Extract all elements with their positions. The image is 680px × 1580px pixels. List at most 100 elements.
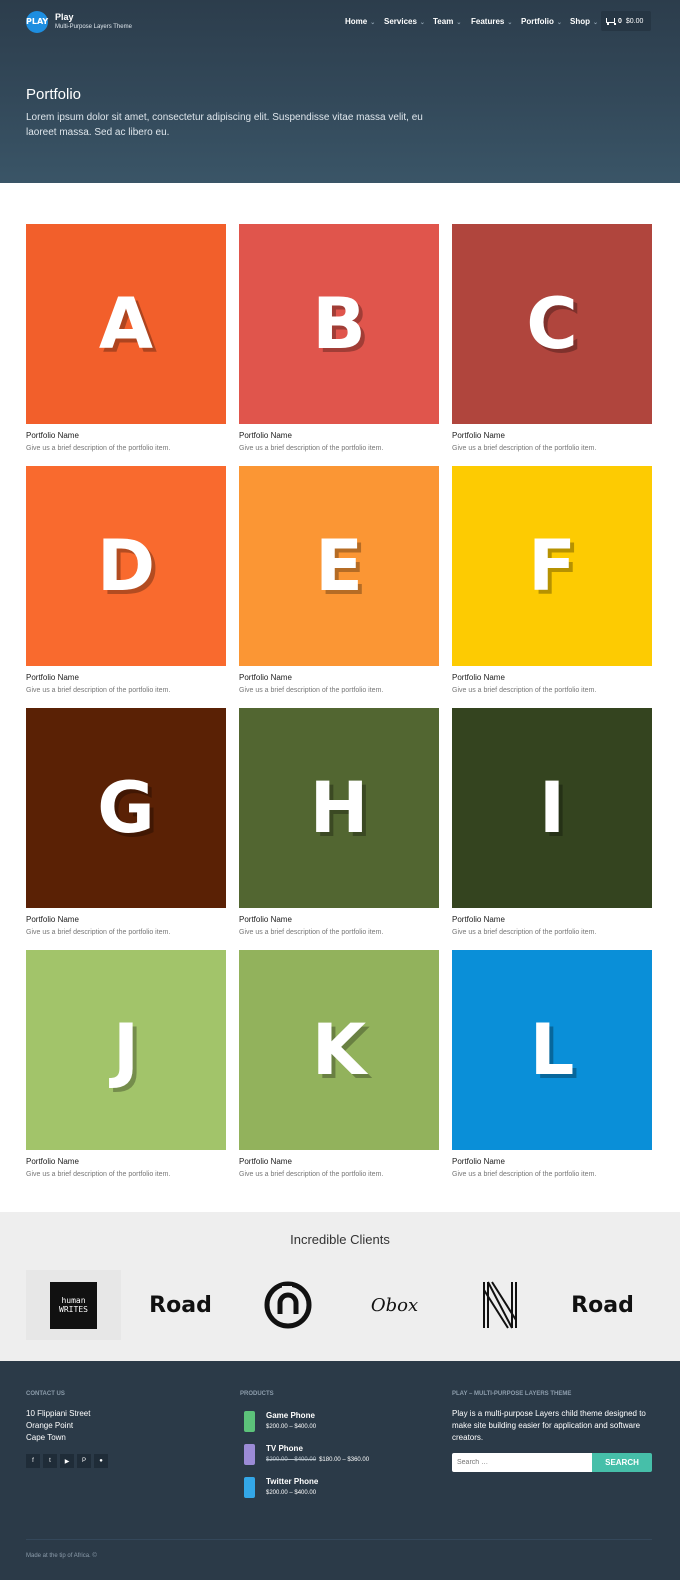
address-line: Orange Point: [26, 1421, 74, 1430]
product-item[interactable]: Twitter Phone $200.00 – $400.00: [240, 1477, 420, 1507]
portfolio-item[interactable]: D Portfolio Name Give us a brief descrip…: [26, 466, 226, 694]
pinterest-icon[interactable]: P: [77, 1454, 91, 1468]
nav-features[interactable]: Features ⌄: [471, 17, 512, 26]
portfolio-name[interactable]: Portfolio Name: [239, 673, 439, 682]
site-logo[interactable]: PLAY: [26, 11, 48, 33]
contact-address: 10 Flippiani Street Orange Point Cape To…: [26, 1408, 90, 1444]
portfolio-name[interactable]: Portfolio Name: [26, 1157, 226, 1166]
n-stripes-logo[interactable]: [452, 1270, 547, 1340]
nav-label: Portfolio: [521, 17, 554, 26]
portfolio-item[interactable]: A Portfolio Name Give us a brief descrip…: [26, 224, 226, 452]
portfolio-item[interactable]: G Portfolio Name Give us a brief descrip…: [26, 708, 226, 936]
portfolio-item[interactable]: H Portfolio Name Give us a brief descrip…: [239, 708, 439, 936]
facebook-icon[interactable]: f: [26, 1454, 40, 1468]
obox-logo-text: Obox: [370, 1294, 419, 1316]
footer-divider: [26, 1539, 652, 1540]
portfolio-name[interactable]: Portfolio Name: [452, 673, 652, 682]
portfolio-description: Give us a brief description of the portf…: [26, 445, 171, 452]
site-footer: CONTACT US 10 Flippiani Street Orange Po…: [0, 1361, 680, 1580]
hero-banner: PLAY Play Multi-Purpose Layers Theme Hom…: [0, 0, 680, 183]
cart-button[interactable]: 0 $0.00: [601, 11, 651, 31]
product-name[interactable]: Game Phone: [266, 1411, 315, 1420]
address-line: 10 Flippiani Street: [26, 1409, 91, 1418]
road-logo-2[interactable]: Road: [555, 1270, 650, 1340]
portfolio-name[interactable]: Portfolio Name: [239, 1157, 439, 1166]
nav-home[interactable]: Home ⌄: [345, 17, 375, 26]
twitter-icon[interactable]: t: [43, 1454, 57, 1468]
nav-shop[interactable]: Shop ⌄: [570, 17, 598, 26]
portfolio-name[interactable]: Portfolio Name: [239, 915, 439, 924]
chevron-down-icon: ⌄: [456, 20, 462, 26]
youtube-icon[interactable]: ▶: [60, 1454, 74, 1468]
chevron-down-icon: ⌄: [507, 20, 513, 26]
portfolio-letter: L: [529, 1009, 575, 1091]
portfolio-thumbnail[interactable]: C: [452, 224, 652, 424]
portfolio-name[interactable]: Portfolio Name: [26, 431, 226, 440]
nav-label: Home: [345, 17, 368, 26]
site-name[interactable]: Play: [55, 12, 74, 22]
phone-icon[interactable]: [244, 1444, 255, 1465]
portfolio-item[interactable]: L Portfolio Name Give us a brief descrip…: [452, 950, 652, 1178]
human-writes-logo[interactable]: human WRITES: [26, 1270, 121, 1340]
products-heading: PRODUCTS: [240, 1391, 274, 1397]
n-circle-logo[interactable]: [240, 1270, 335, 1340]
nav-label: Team: [433, 17, 454, 26]
portfolio-letter: J: [112, 1009, 140, 1091]
portfolio-item[interactable]: C Portfolio Name Give us a brief descrip…: [452, 224, 652, 452]
nav-label: Services: [384, 17, 417, 26]
portfolio-letter: C: [526, 283, 578, 365]
portfolio-thumbnail[interactable]: K: [239, 950, 439, 1150]
portfolio-item[interactable]: K Portfolio Name Give us a brief descrip…: [239, 950, 439, 1178]
obox-logo[interactable]: Obox: [347, 1270, 442, 1340]
road-logo-text: Road: [571, 1292, 634, 1318]
dribbble-icon[interactable]: ●: [94, 1454, 108, 1468]
portfolio-letter: K: [311, 1009, 367, 1091]
product-price: $200.00 – $400.00 $180.00 – $360.00: [266, 1457, 369, 1463]
portfolio-name[interactable]: Portfolio Name: [26, 673, 226, 682]
portfolio-name[interactable]: Portfolio Name: [239, 431, 439, 440]
human-writes-logo-mark: human WRITES: [50, 1281, 97, 1329]
product-item[interactable]: Game Phone $200.00 – $400.00: [240, 1411, 420, 1441]
chevron-down-icon: ⌄: [370, 20, 376, 26]
portfolio-description: Give us a brief description of the portf…: [452, 687, 597, 694]
portfolio-thumbnail[interactable]: G: [26, 708, 226, 908]
product-price-current: $200.00 – $400.00: [266, 1424, 317, 1430]
product-name[interactable]: Twitter Phone: [266, 1477, 318, 1486]
clients-section: Incredible Clients human WRITES Road Obo…: [0, 1212, 680, 1361]
portfolio-item[interactable]: J Portfolio Name Give us a brief descrip…: [26, 950, 226, 1178]
nav-portfolio[interactable]: Portfolio ⌄: [521, 17, 562, 26]
portfolio-thumbnail[interactable]: I: [452, 708, 652, 908]
search-input[interactable]: [452, 1453, 592, 1472]
portfolio-name[interactable]: Portfolio Name: [452, 915, 652, 924]
portfolio-thumbnail[interactable]: J: [26, 950, 226, 1150]
portfolio-thumbnail[interactable]: D: [26, 466, 226, 666]
portfolio-name[interactable]: Portfolio Name: [452, 431, 652, 440]
portfolio-name[interactable]: Portfolio Name: [452, 1157, 652, 1166]
product-name[interactable]: TV Phone: [266, 1444, 303, 1453]
portfolio-thumbnail[interactable]: A: [26, 224, 226, 424]
phone-icon[interactable]: [244, 1477, 255, 1498]
portfolio-thumbnail[interactable]: E: [239, 466, 439, 666]
cart-count: 0: [618, 17, 622, 25]
product-price-old: $200.00 – $400.00: [266, 1457, 317, 1463]
search-button[interactable]: SEARCH: [592, 1453, 652, 1472]
portfolio-item[interactable]: F Portfolio Name Give us a brief descrip…: [452, 466, 652, 694]
nav-team[interactable]: Team ⌄: [433, 17, 461, 26]
portfolio-thumbnail[interactable]: L: [452, 950, 652, 1150]
nav-services[interactable]: Services ⌄: [384, 17, 425, 26]
phone-icon[interactable]: [244, 1411, 255, 1432]
portfolio-item[interactable]: I Portfolio Name Give us a brief descrip…: [452, 708, 652, 936]
portfolio-item[interactable]: E Portfolio Name Give us a brief descrip…: [239, 466, 439, 694]
cart-icon: [606, 17, 616, 25]
portfolio-letter: B: [312, 283, 366, 365]
portfolio-item[interactable]: B Portfolio Name Give us a brief descrip…: [239, 224, 439, 452]
portfolio-thumbnail[interactable]: H: [239, 708, 439, 908]
portfolio-thumbnail[interactable]: B: [239, 224, 439, 424]
road-logo[interactable]: Road: [133, 1270, 228, 1340]
portfolio-thumbnail[interactable]: F: [452, 466, 652, 666]
portfolio-letter: G: [97, 767, 155, 849]
portfolio-description: Give us a brief description of the portf…: [239, 1171, 384, 1178]
product-item[interactable]: TV Phone $200.00 – $400.00 $180.00 – $360…: [240, 1444, 420, 1474]
portfolio-name[interactable]: Portfolio Name: [26, 915, 226, 924]
copyright-text: Made at the tip of Africa. ©: [26, 1553, 97, 1559]
